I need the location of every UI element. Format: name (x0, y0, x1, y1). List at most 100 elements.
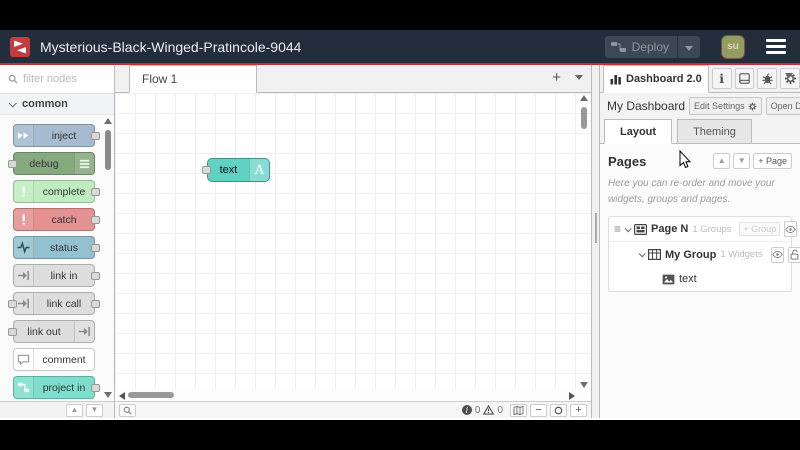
workspace: Flow 1 + text A i 0 0 − + (115, 65, 591, 418)
scroll-up-icon[interactable] (104, 118, 112, 124)
tab-layout[interactable]: Layout (604, 119, 673, 144)
palette-node-comment[interactable]: comment (13, 348, 95, 371)
palette-node-link-in[interactable]: link in (13, 264, 100, 287)
flow-list-caret[interactable] (575, 75, 583, 80)
open-dashboard-button[interactable]: Open Dashboard (765, 97, 800, 115)
palette-node-label: link in (50, 269, 78, 282)
eye-icon (785, 225, 796, 233)
group-visibility-button[interactable] (770, 246, 784, 263)
zoom-out-button[interactable]: − (530, 403, 547, 417)
add-flow-button[interactable]: + (552, 70, 561, 85)
dashboard-tab-label: Dashboard 2.0 (626, 73, 702, 85)
theming-tab-label: Theming (693, 125, 736, 138)
edit-settings-button[interactable]: Edit Settings (689, 97, 762, 115)
tree-row-widget-text[interactable]: text (609, 267, 791, 291)
palette-node-label: status (49, 241, 78, 254)
error-count-icon[interactable]: i (461, 405, 472, 415)
node-input-port (8, 160, 17, 168)
canvas-vertical-scrollbar[interactable] (580, 95, 589, 388)
add-group-button[interactable]: + Group (739, 222, 781, 236)
tab-flow-1[interactable]: Flow 1 (129, 65, 257, 93)
warning-icon[interactable] (483, 405, 495, 415)
scroll-down-icon[interactable] (104, 392, 112, 398)
palette-node-project-in[interactable]: project in (13, 376, 100, 399)
h-scrollbar-thumb[interactable] (128, 392, 174, 398)
page-visibility-button[interactable] (784, 221, 798, 237)
tab-info[interactable]: i (711, 68, 732, 89)
comment-icon (14, 349, 34, 370)
palette-node-label: comment (42, 353, 86, 366)
link-icon (74, 321, 94, 342)
canvas-search-button[interactable] (119, 403, 136, 417)
flow-canvas[interactable]: text A (115, 93, 591, 390)
chevron-down-icon[interactable] (638, 250, 646, 258)
dashboard-header-row: My Dashboard Edit Settings Open Dashboar… (600, 93, 800, 119)
canvas-horizontal-scrollbar[interactable] (115, 390, 591, 401)
tree-row-page[interactable]: ≡ Page N 1 Groups + Group (609, 217, 798, 242)
tab-debug[interactable] (757, 68, 778, 89)
canvas-node-text[interactable]: text A (202, 158, 270, 182)
node-output-port (91, 244, 100, 252)
toggle-navigator-button[interactable] (510, 403, 527, 417)
palette-node-debug[interactable]: debug (8, 152, 95, 175)
main-menu-button[interactable] (766, 39, 786, 54)
search-icon (123, 406, 132, 415)
book-icon (739, 73, 750, 84)
pages-help-text: Here you can re-order and move your widg… (608, 178, 775, 205)
v-scrollbar-thumb[interactable] (581, 107, 587, 129)
scroll-up-icon[interactable] (580, 95, 588, 101)
node-output-port (91, 384, 100, 392)
debug-icon (74, 153, 94, 174)
node-red-app: Mysterious-Black-Winged-Pratincole-9044 … (0, 30, 800, 420)
scroll-right-icon[interactable] (569, 392, 575, 400)
scroll-down-icon[interactable] (580, 382, 588, 388)
add-page-button[interactable]: + Page (753, 153, 792, 169)
palette-search-input[interactable]: filter nodes (0, 65, 114, 94)
scroll-left-icon[interactable] (119, 392, 125, 400)
chevron-down-icon[interactable] (624, 224, 632, 232)
move-page-down-button[interactable]: ▼ (733, 153, 751, 169)
page-group-count: 1 Groups (692, 223, 732, 235)
palette-category-common[interactable]: common (0, 94, 114, 115)
group-lock-button[interactable] (787, 246, 800, 263)
tab-help[interactable] (734, 68, 755, 89)
user-avatar[interactable]: su (722, 35, 744, 58)
layout-tab-label: Layout (620, 125, 657, 138)
page-name: Page N (651, 223, 689, 235)
expand-all-categories-button[interactable]: ▼ (86, 403, 103, 417)
node-input-port[interactable] (202, 166, 211, 174)
node-palette: filter nodes common inject debug complete c… (0, 65, 115, 418)
error-count: 0 (474, 404, 481, 416)
palette-node-catch[interactable]: catch (13, 208, 100, 231)
group-name: My Group (665, 248, 717, 261)
node-input-port (8, 328, 17, 336)
map-icon (513, 405, 524, 415)
palette-node-complete[interactable]: complete (13, 180, 100, 203)
zoom-in-button[interactable]: + (570, 403, 587, 417)
dashboard-subtabs: Layout Theming (600, 119, 800, 144)
drag-handle-icon[interactable]: ≡ (614, 222, 621, 236)
flow-tab-label: Flow 1 (142, 72, 178, 86)
sidebar-menu-caret[interactable] (785, 65, 793, 83)
unlock-icon (790, 249, 798, 260)
move-page-up-button[interactable]: ▲ (713, 153, 731, 169)
zoom-reset-button[interactable] (550, 403, 567, 417)
flow-tabbar: Flow 1 + (115, 65, 591, 93)
tab-theming[interactable]: Theming (677, 119, 752, 144)
palette-node-status[interactable]: status (13, 236, 100, 259)
palette-scrollbar-thumb[interactable] (105, 130, 111, 170)
tab-dashboard-2[interactable]: Dashboard 2.0 (603, 65, 709, 93)
palette-node-inject[interactable]: inject (13, 124, 100, 147)
palette-scrollbar[interactable] (104, 118, 113, 398)
dashboard-title: My Dashboard (607, 99, 686, 113)
deploy-nodes-icon (605, 41, 632, 53)
deploy-options-caret[interactable] (678, 40, 700, 54)
palette-node-link-out[interactable]: link out (8, 320, 95, 343)
palette-node-link-call[interactable]: link call (8, 292, 100, 315)
deploy-button[interactable]: Deploy (604, 35, 700, 58)
collapse-all-categories-button[interactable]: ▲ (66, 403, 83, 417)
sidebar-resize-handle[interactable] (591, 65, 600, 418)
pages-header-row: Pages ▲ ▼ + Page (608, 153, 792, 169)
tree-row-group[interactable]: My Group 1 Widgets (609, 242, 800, 267)
gear-icon (748, 102, 756, 110)
